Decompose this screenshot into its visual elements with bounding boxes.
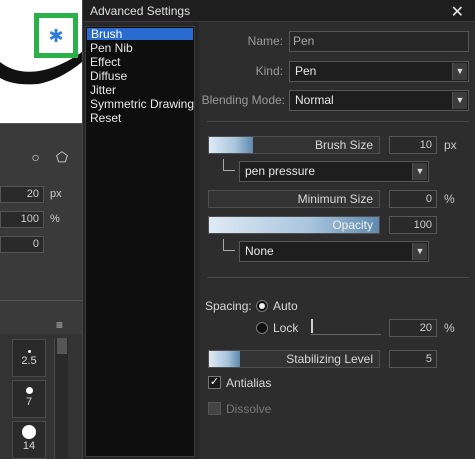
- spacing-lock-radio[interactable]: [256, 322, 268, 334]
- brush-preview: ✱: [0, 0, 82, 124]
- tool-panel: ✱ ○ ⬠ 20 px 100 % 0 ≡ 2.5 7 14: [0, 0, 82, 459]
- close-icon[interactable]: ✕: [451, 2, 464, 22]
- chevron-down-icon: ▼: [412, 243, 427, 260]
- tool-value-field[interactable]: 0: [0, 236, 44, 253]
- chevron-down-icon: ▼: [412, 163, 427, 180]
- brush-size-item[interactable]: 2.5: [12, 339, 46, 377]
- dissolve-label: Dissolve: [226, 402, 272, 416]
- brush-size-item[interactable]: 7: [12, 380, 46, 418]
- name-label: Name:: [247, 34, 283, 48]
- spacing-label: Spacing:: [205, 299, 252, 313]
- minimum-size-unit: %: [444, 192, 455, 206]
- advanced-settings-window: Advanced Settings ✕ Brush Pen Nib Effect Di…: [82, 0, 475, 459]
- brush-size-label: 2.5: [21, 355, 37, 367]
- minimum-size-field[interactable]: 0: [389, 190, 437, 208]
- size-dot-icon: [27, 350, 31, 353]
- polygon-shape-icon[interactable]: ⬠: [56, 149, 68, 166]
- brush-size-input-value: pen pressure: [245, 164, 316, 178]
- brush-size-input-dropdown[interactable]: pen pressure ▼: [239, 161, 429, 182]
- window-titlebar[interactable]: Advanced Settings ✕: [83, 0, 475, 22]
- category-item[interactable]: Diffuse: [86, 69, 194, 83]
- dissolve-checkbox[interactable]: [208, 402, 221, 415]
- kind-dropdown[interactable]: Pen ▼: [289, 61, 469, 82]
- category-item[interactable]: Symmetric Drawing: [86, 97, 194, 111]
- kind-value: Pen: [295, 64, 317, 78]
- size-dot-icon: [25, 387, 33, 394]
- antialias-checkbox[interactable]: ✓: [208, 376, 221, 389]
- tool-opacity-unit: %: [50, 213, 60, 225]
- blending-mode-dropdown[interactable]: Normal ▼: [289, 90, 469, 111]
- spacing-auto-radio[interactable]: [256, 300, 268, 312]
- category-list: Brush Pen Nib Effect Diffuse Jitter Symmetric…: [85, 26, 195, 457]
- category-item[interactable]: Reset: [86, 111, 194, 125]
- circle-shape-icon[interactable]: ○: [31, 149, 39, 165]
- opacity-label: Opacity: [332, 218, 373, 232]
- spacing-lock-label: Lock: [273, 321, 299, 335]
- brush-size-fill: [209, 137, 253, 153]
- window-title: Advanced Settings: [90, 4, 191, 18]
- gear-icon: ✱: [48, 25, 64, 46]
- opacity-slider[interactable]: Opacity: [208, 216, 380, 234]
- brush-size-list: 2.5 7 14: [0, 334, 82, 459]
- opacity-field[interactable]: 100: [389, 216, 437, 234]
- size-dot-icon: [22, 425, 36, 439]
- elbow-connector-icon: [223, 239, 235, 251]
- blending-mode-value: Normal: [295, 93, 334, 107]
- brush-size-slider[interactable]: Brush Size: [208, 136, 380, 154]
- brush-shape-row: ○ ⬠: [0, 140, 82, 174]
- blending-mode-label: Blending Mode:: [201, 93, 285, 107]
- spacing-slider[interactable]: [311, 319, 381, 335]
- name-field[interactable]: Pen: [289, 31, 469, 52]
- category-item[interactable]: Jitter: [86, 83, 194, 97]
- brush-size-field[interactable]: 10: [389, 136, 437, 154]
- section-divider: [207, 121, 469, 122]
- tool-size-unit: px: [50, 188, 62, 200]
- spacing-field[interactable]: 20: [389, 319, 437, 337]
- settings-pane: Name: Pen Kind: Pen ▼ Blending Mode: Nor…: [199, 22, 475, 459]
- spacing-unit: %: [444, 321, 455, 335]
- chevron-down-icon: ▼: [452, 92, 467, 109]
- stabilizing-level-label: Stabilizing Level: [286, 352, 373, 366]
- chevron-down-icon: ▼: [452, 63, 467, 80]
- brush-size-item[interactable]: 14: [12, 421, 46, 459]
- antialias-label: Antialias: [226, 376, 272, 390]
- panel-menu-icon[interactable]: ≡: [56, 318, 63, 332]
- opacity-input-value: None: [245, 244, 274, 258]
- spacing-slider-handle[interactable]: [311, 319, 313, 333]
- kind-label: Kind:: [255, 64, 283, 78]
- category-item[interactable]: Brush: [87, 28, 193, 40]
- section-divider: [207, 277, 469, 278]
- brush-size-label: 14: [22, 440, 36, 452]
- brush-size-unit: px: [444, 138, 457, 152]
- tool-opacity-field[interactable]: 100: [0, 211, 44, 228]
- category-item[interactable]: Pen Nib: [86, 41, 194, 55]
- advanced-settings-button[interactable]: ✱: [34, 13, 78, 58]
- brush-size-label: 7: [25, 396, 33, 408]
- spacing-auto-label: Auto: [273, 299, 298, 313]
- stabilizing-level-slider[interactable]: Stabilizing Level: [208, 350, 380, 368]
- minimum-size-slider[interactable]: Minimum Size: [208, 190, 380, 208]
- stabilizing-level-fill: [209, 351, 240, 367]
- brush-size-label: Brush Size: [314, 138, 373, 152]
- tool-size-field[interactable]: 20: [0, 186, 44, 203]
- category-item[interactable]: Effect: [86, 55, 194, 69]
- minimum-size-label: Minimum Size: [297, 192, 373, 206]
- opacity-input-dropdown[interactable]: None ▼: [239, 241, 429, 262]
- stabilizing-level-field[interactable]: 5: [389, 350, 437, 368]
- brush-size-scrollbar[interactable]: [54, 338, 68, 459]
- elbow-connector-icon: [223, 159, 235, 171]
- panel-divider: [0, 300, 82, 301]
